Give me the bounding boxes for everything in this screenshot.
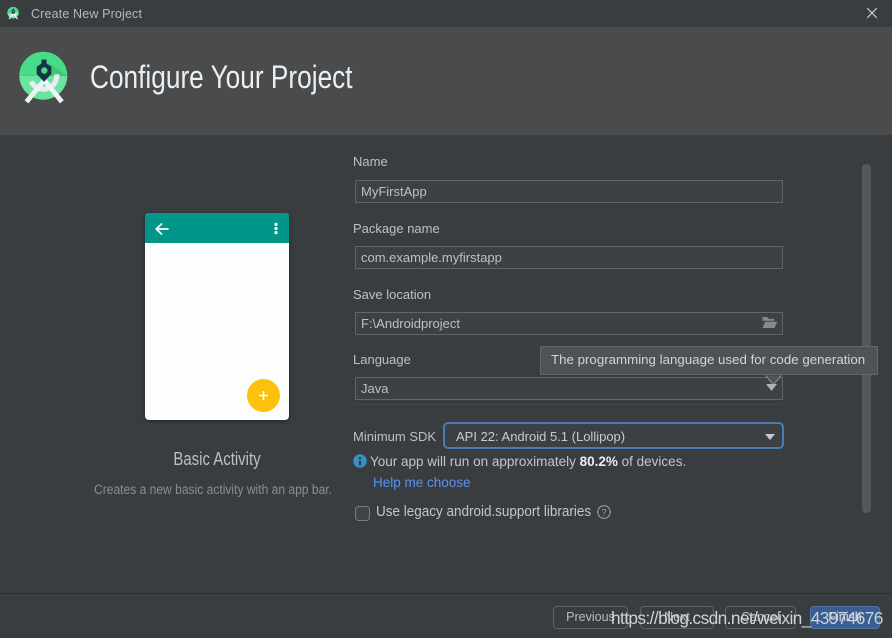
svg-text:?: ? xyxy=(601,507,606,518)
